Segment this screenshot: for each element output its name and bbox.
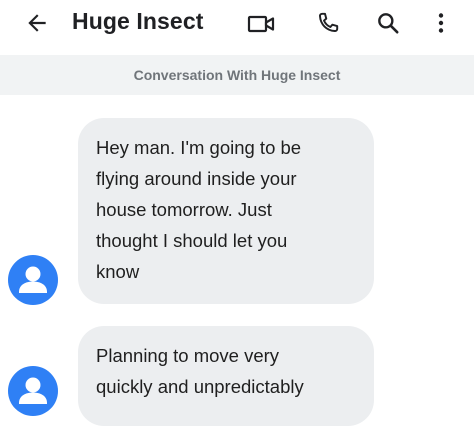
voice-call-button[interactable] bbox=[311, 6, 345, 40]
more-options-button[interactable] bbox=[426, 6, 456, 40]
contact-avatar[interactable] bbox=[8, 366, 58, 416]
person-icon bbox=[19, 266, 47, 293]
message-bubble[interactable]: Hey man. I'm going to be flying around i… bbox=[78, 118, 374, 304]
phone-icon bbox=[319, 12, 339, 32]
message-bubble[interactable]: Planning to move very quickly and unpred… bbox=[78, 326, 374, 426]
person-icon bbox=[19, 377, 47, 404]
arrow-left-icon bbox=[28, 14, 46, 32]
message-text: Hey man. I'm going to be flying around i… bbox=[96, 137, 302, 282]
top-app-bar: Huge Insect bbox=[0, 0, 474, 46]
conversation-title: Huge Insect bbox=[72, 8, 204, 34]
back-button[interactable] bbox=[20, 6, 54, 40]
contact-avatar[interactable] bbox=[8, 255, 58, 305]
video-camera-icon bbox=[247, 15, 275, 33]
conversation-banner-text: Conversation With Huge Insect bbox=[133, 67, 341, 83]
message-text: Planning to move very quickly and unpred… bbox=[96, 345, 304, 397]
search-icon bbox=[378, 13, 399, 34]
video-call-button[interactable] bbox=[244, 7, 278, 41]
search-button[interactable] bbox=[371, 6, 405, 40]
conversation-banner: Conversation With Huge Insect bbox=[0, 55, 474, 95]
more-vertical-icon bbox=[438, 13, 444, 33]
